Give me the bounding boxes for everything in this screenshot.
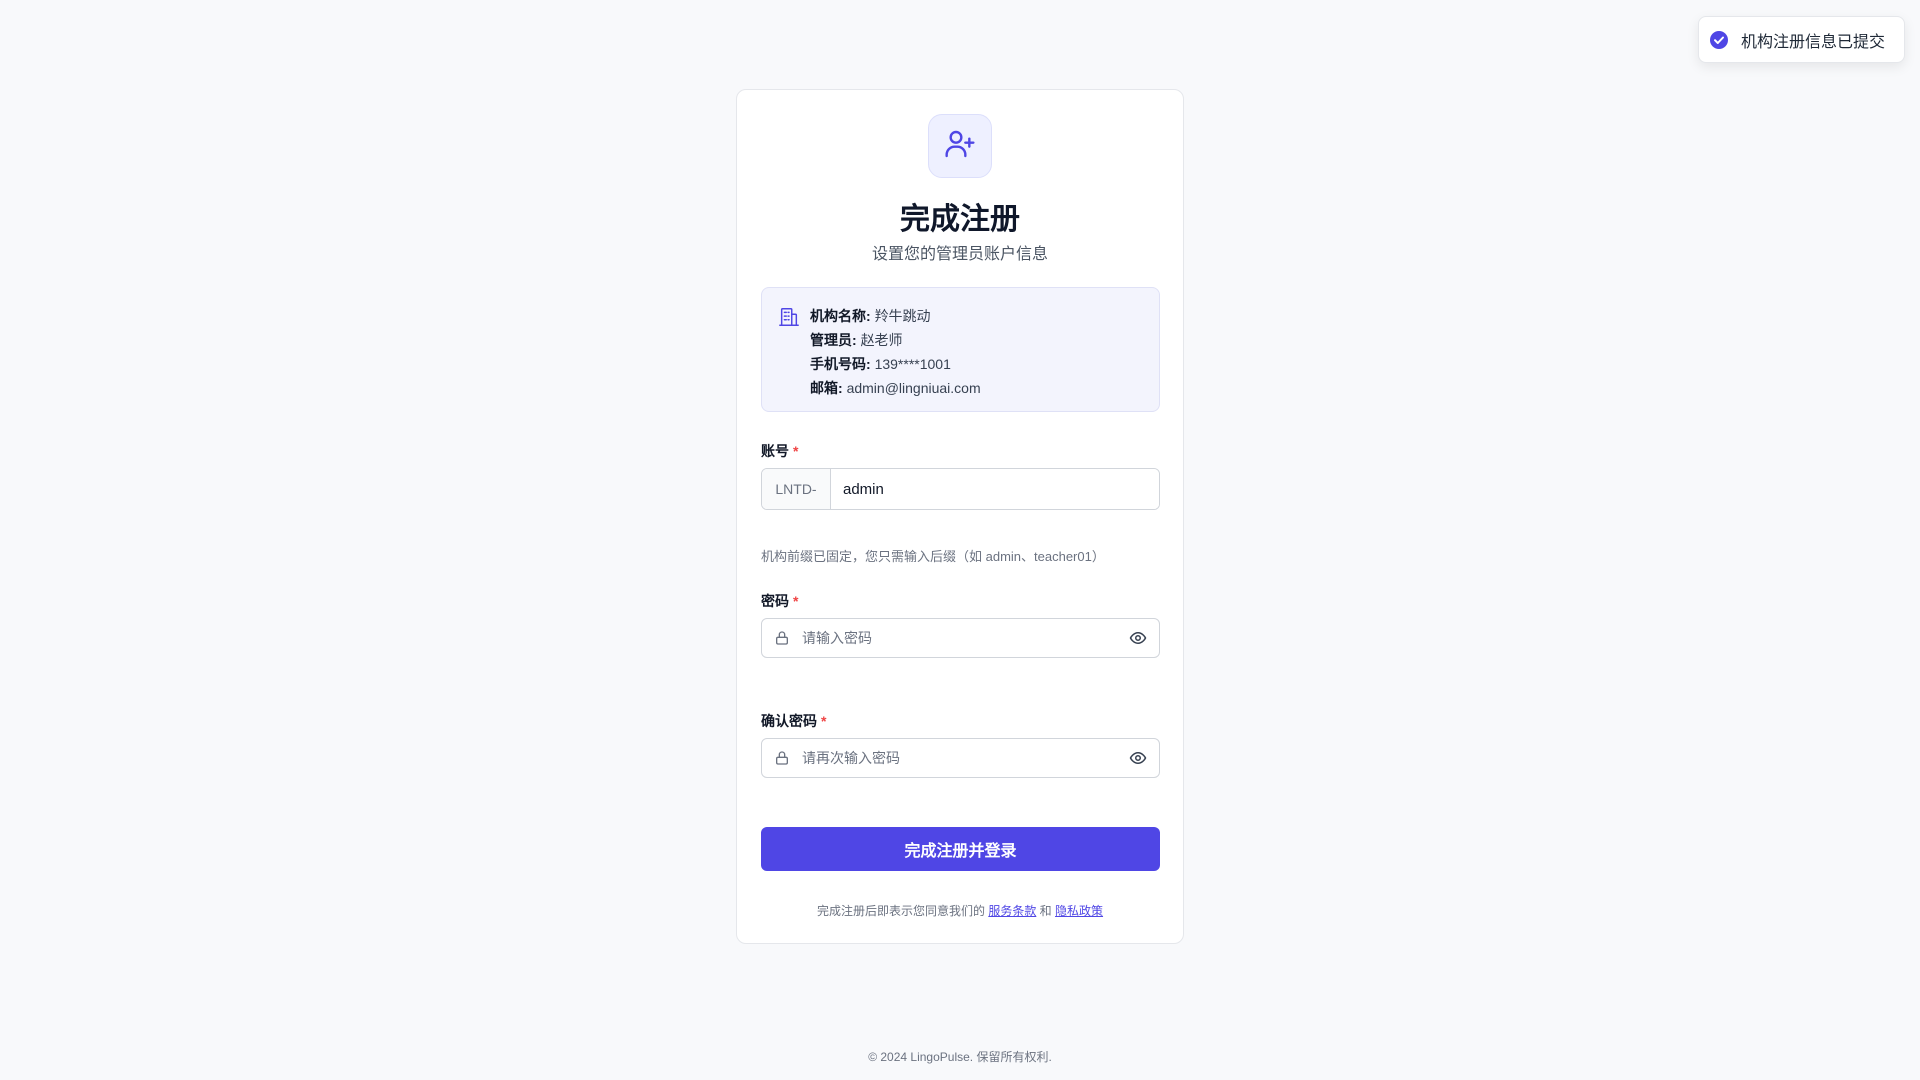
registration-card: 完成注册 设置您的管理员账户信息 机构名称: 羚牛跳动 管理员: 赵老师 手机号… (736, 89, 1184, 944)
account-label-text: 账号 (761, 443, 789, 459)
user-plus-icon (944, 128, 976, 165)
admin-label: 管理员: (810, 332, 857, 348)
phone-label: 手机号码: (810, 356, 871, 372)
password-label-text: 密码 (761, 593, 789, 609)
terms-notice: 完成注册后即表示您同意我们的 服务条款 和 隐私政策 (737, 902, 1183, 919)
eye-icon[interactable] (1129, 749, 1147, 767)
org-name-label: 机构名称: (810, 308, 871, 324)
building-icon (778, 306, 800, 328)
page-title: 完成注册 (900, 203, 1020, 236)
confirm-password-label-text: 确认密码 (761, 713, 817, 729)
required-mark: * (793, 443, 799, 459)
org-name-value: 羚牛跳动 (874, 308, 931, 324)
confirm-password-label: 确认密码 * (761, 711, 826, 731)
password-label: 密码 * (761, 591, 798, 611)
phone-row: 手机号码: 139****1001 (810, 352, 981, 376)
email-label: 邮箱: (810, 380, 843, 396)
toast-notification: 机构注册信息已提交 (1698, 16, 1905, 63)
footer-copyright: © 2024 LingoPulse. 保留所有权利. (868, 1050, 1052, 1064)
privacy-policy-link[interactable]: 隐私政策 (1055, 904, 1103, 918)
check-circle-icon (1709, 30, 1729, 50)
account-label: 账号 * (761, 441, 798, 461)
header-icon-box (928, 114, 992, 178)
admin-value: 赵老师 (860, 332, 903, 348)
phone-value: 139****1001 (874, 356, 951, 372)
account-field: LNTD- (761, 468, 1160, 510)
email-row: 邮箱: admin@lingniuai.com (810, 376, 981, 400)
org-info-panel: 机构名称: 羚牛跳动 管理员: 赵老师 手机号码: 139****1001 邮箱… (761, 287, 1160, 412)
confirm-password-input[interactable] (790, 750, 1129, 766)
org-name-row: 机构名称: 羚牛跳动 (810, 304, 981, 328)
lock-icon (774, 750, 790, 766)
service-terms-link[interactable]: 服务条款 (988, 904, 1036, 918)
page-subtitle: 设置您的管理员账户信息 (871, 246, 1048, 263)
admin-row: 管理员: 赵老师 (810, 328, 981, 352)
toast-message: 机构注册信息已提交 (1741, 33, 1886, 51)
eye-icon[interactable] (1129, 629, 1147, 647)
email-value: admin@lingniuai.com (846, 380, 981, 396)
required-mark: * (793, 593, 799, 609)
account-input[interactable] (831, 469, 1159, 509)
required-mark: * (821, 713, 827, 729)
password-input[interactable] (790, 630, 1129, 646)
terms-and: 和 (1039, 904, 1052, 918)
password-field (761, 618, 1160, 658)
terms-prefix: 完成注册后即表示您同意我们的 (816, 904, 985, 918)
account-hint: 机构前缀已固定，您只需输入后缀（如 admin、teacher01） (761, 549, 1105, 564)
confirm-password-field (761, 738, 1160, 778)
account-prefix: LNTD- (762, 469, 831, 509)
lock-icon (774, 630, 790, 646)
submit-register-button[interactable]: 完成注册并登录 (761, 827, 1160, 871)
